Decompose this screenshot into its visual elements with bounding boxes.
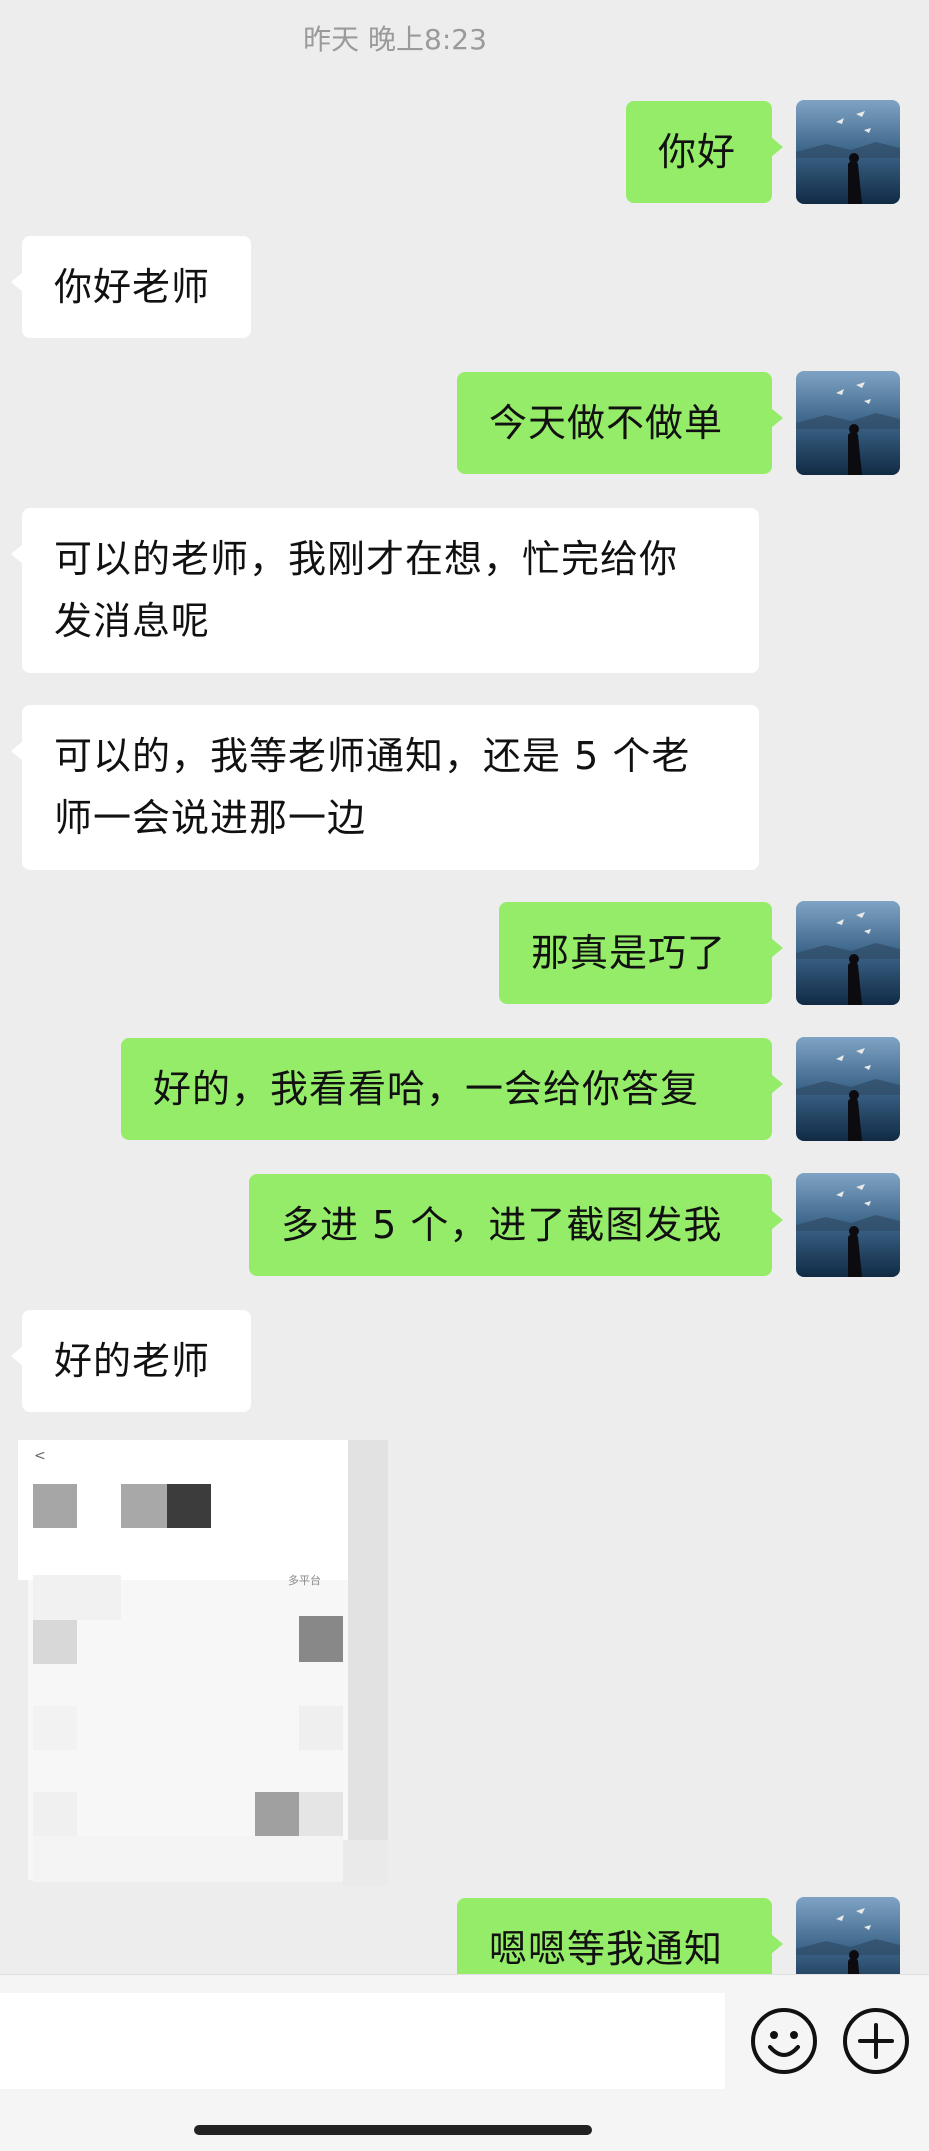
message-text-line: 可以的老师，我刚才在想，忙完给你 xyxy=(54,537,679,581)
message-text: 好的老师 xyxy=(54,1339,211,1383)
message-text: 你好 xyxy=(658,130,737,174)
image-caption: 多平台 xyxy=(288,1573,321,1587)
image-message[interactable]: < 多平台 xyxy=(18,1440,388,1886)
chat-timestamp: 昨天 晚上8:23 xyxy=(303,23,487,56)
outgoing-message[interactable]: 你好 xyxy=(626,101,783,203)
message-text-line: 可以的，我等老师通知，还是 5 个老 xyxy=(54,734,691,778)
avatar-image xyxy=(796,1173,900,1277)
avatar-image xyxy=(796,100,900,204)
image-back-glyph: < xyxy=(34,1448,46,1464)
avatar[interactable] xyxy=(796,100,900,204)
input-bar xyxy=(0,1974,929,2151)
message-text: 嗯嗯等我通知 xyxy=(489,1927,724,1971)
avatar-image xyxy=(796,901,900,1005)
message-text: 多进 5 个，进了截图发我 xyxy=(281,1203,723,1247)
outgoing-message[interactable]: 那真是巧了 xyxy=(499,902,783,1004)
incoming-message[interactable]: 可以的老师，我刚才在想，忙完给你 发消息呢 xyxy=(11,508,759,673)
plus-button[interactable] xyxy=(840,2005,912,2077)
avatar-image xyxy=(796,371,900,475)
avatar[interactable] xyxy=(796,371,900,475)
avatar[interactable] xyxy=(796,1173,900,1277)
emoji-button[interactable] xyxy=(748,2005,820,2077)
emoji-face-icon xyxy=(751,2008,817,2074)
message-text-line: 师一会说进那一边 xyxy=(54,796,367,840)
avatar[interactable] xyxy=(796,1037,900,1141)
message-text: 今天做不做单 xyxy=(489,401,724,445)
avatar[interactable] xyxy=(796,901,900,1005)
message-text-line: 发消息呢 xyxy=(54,599,211,643)
incoming-message[interactable]: 好的老师 xyxy=(11,1310,251,1412)
message-text: 那真是巧了 xyxy=(531,931,727,975)
home-indicator[interactable] xyxy=(194,2125,592,2135)
message-text: 你好老师 xyxy=(54,265,211,309)
outgoing-message[interactable]: 多进 5 个，进了截图发我 xyxy=(249,1174,783,1276)
blurred-screenshot-image: < 多平台 xyxy=(18,1440,388,1886)
outgoing-message[interactable]: 好的，我看看哈，一会给你答复 xyxy=(121,1038,783,1140)
avatar-image xyxy=(796,1037,900,1141)
message-input[interactable] xyxy=(0,1993,725,2089)
incoming-message[interactable]: 你好老师 xyxy=(11,236,251,338)
outgoing-message[interactable]: 今天做不做单 xyxy=(457,372,783,474)
plus-circle-icon xyxy=(843,2008,909,2074)
message-text: 好的，我看看哈，一会给你答复 xyxy=(153,1067,700,1111)
incoming-message[interactable]: 可以的，我等老师通知，还是 5 个老 师一会说进那一边 xyxy=(11,705,759,870)
